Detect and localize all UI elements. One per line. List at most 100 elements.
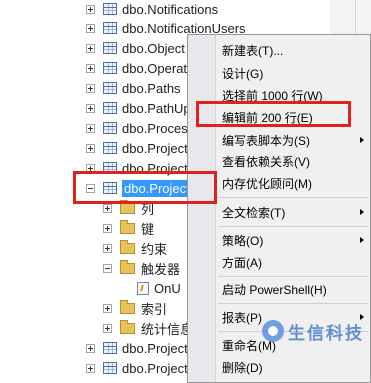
menu-item-delete[interactable]: 删除(D) (188, 356, 370, 378)
table-icon (103, 182, 117, 194)
trigger-icon (137, 281, 149, 295)
folder-icon (120, 219, 135, 234)
tree-item-label: dbo.Project (122, 160, 188, 176)
expand-icon[interactable] (86, 43, 95, 53)
watermark: 生信科技 (262, 316, 371, 346)
tree-item-label: 列 (141, 201, 155, 217)
tree-item-table[interactable]: dbo.PathUp (86, 98, 191, 118)
folder-icon (120, 319, 135, 334)
menu-item-label: 策略(O) (222, 233, 264, 248)
tree-item-label: dbo.Project (122, 179, 192, 197)
menu-item-script-table-as[interactable]: 编写表脚本为(S) (188, 129, 370, 151)
collapse-icon[interactable] (86, 183, 95, 193)
tree-item-label: dbo.Notifications (122, 1, 219, 17)
tree-item-trigger[interactable]: OnU (137, 278, 181, 298)
folder-icon (120, 259, 135, 274)
tree-item-table[interactable]: dbo.Proces (86, 118, 188, 138)
tree-item-table[interactable]: dbo.Project (86, 338, 188, 358)
folder-icon (120, 239, 135, 254)
table-icon (103, 362, 117, 374)
tree-item-label: dbo.Project (122, 340, 188, 356)
menu-separator (218, 226, 368, 227)
watermark-text: 生信科技 (288, 323, 364, 343)
menu-item-label: 全文检索(T) (222, 205, 286, 220)
expand-icon[interactable] (103, 223, 112, 233)
expand-icon[interactable] (86, 23, 95, 33)
menu-item-design[interactable]: 设计(G) (188, 62, 370, 84)
menu-item-label: 内存优化顾问(M) (222, 176, 312, 191)
expand-icon[interactable] (86, 363, 95, 373)
tree-item-label: dbo.Object (122, 40, 185, 56)
table-icon (103, 142, 117, 154)
expand-icon[interactable] (86, 83, 95, 93)
expand-icon[interactable] (103, 303, 112, 313)
expand-icon[interactable] (103, 323, 112, 333)
table-icon (103, 102, 117, 114)
submenu-arrow-icon (360, 237, 364, 243)
table-icon (103, 82, 117, 94)
collapse-icon[interactable] (103, 263, 112, 273)
menu-item-label: 报表(P) (222, 310, 262, 325)
tree-item-label: 键 (141, 221, 155, 237)
menu-item-new-table[interactable]: 新建表(T)... (188, 39, 370, 61)
tree-folder-constraints[interactable]: 约束 (103, 238, 167, 258)
menu-item-select-top-1000[interactable]: 选择前 1000 行(W) (188, 84, 370, 106)
menu-item-start-powershell[interactable]: 启动 PowerShell(H) (188, 278, 370, 300)
expand-icon[interactable] (86, 103, 95, 113)
tree-item-table[interactable]: dbo.Operat (86, 58, 187, 78)
menu-item-label: 方面(A) (222, 255, 262, 270)
tree-item-table[interactable]: dbo.Notifications (86, 0, 218, 19)
tree-item-table[interactable]: dbo.Object (86, 38, 185, 58)
tree-item-table[interactable]: dbo.Paths (86, 78, 181, 98)
menu-item-edit-top-200[interactable]: 编辑前 200 行(E) (188, 106, 370, 128)
menu-item-label: 查看依赖关系(V) (222, 154, 310, 169)
expand-icon[interactable] (86, 143, 95, 153)
tree-item-label: dbo.Operat (122, 60, 188, 76)
menu-separator (218, 303, 368, 304)
expand-icon[interactable] (103, 203, 112, 213)
menu-item-label: 删除(D) (222, 360, 263, 375)
submenu-arrow-icon (360, 209, 364, 215)
tree-item-table-selected[interactable]: dbo.Project (86, 178, 192, 198)
tree-item-label: 约束 (141, 241, 168, 257)
tree-item-label: dbo.Paths (122, 80, 181, 96)
menu-item-full-text-index[interactable]: 全文检索(T) (188, 201, 370, 223)
folder-icon (120, 299, 135, 314)
menu-item-label: 编辑前 200 行(E) (222, 110, 313, 125)
menu-item-policies[interactable]: 策略(O) (188, 229, 370, 251)
watermark-logo-icon (262, 320, 284, 342)
tree-folder-indexes[interactable]: 索引 (103, 298, 167, 318)
tree-item-table[interactable]: dbo.Project (86, 358, 188, 378)
folder-icon (120, 199, 135, 214)
tree-item-label: 触发器 (141, 261, 181, 277)
expand-icon[interactable] (86, 123, 95, 133)
tree-item-label: 索引 (141, 301, 168, 317)
table-icon (103, 342, 117, 354)
tree-folder-keys[interactable]: 键 (103, 218, 154, 238)
submenu-arrow-icon (360, 137, 364, 143)
expand-icon[interactable] (86, 343, 95, 353)
expand-icon[interactable] (86, 4, 95, 14)
menu-item-label: 编写表脚本为(S) (222, 133, 310, 148)
tree-folder-triggers[interactable]: 触发器 (103, 258, 180, 278)
tree-item-table[interactable]: dbo.Project (86, 158, 188, 178)
tree-item-label: OnU (154, 280, 181, 296)
table-icon (103, 122, 117, 134)
menu-item-facets[interactable]: 方面(A) (188, 251, 370, 273)
table-icon (103, 42, 117, 54)
expand-icon[interactable] (86, 163, 95, 173)
tree-folder-columns[interactable]: 列 (103, 198, 154, 218)
expand-icon[interactable] (86, 63, 95, 73)
tree-item-label: 统计信息 (141, 321, 194, 337)
expand-icon[interactable] (103, 243, 112, 253)
menu-item-view-dependencies[interactable]: 查看依赖关系(V) (188, 150, 370, 172)
tree-item-table[interactable]: dbo.Project (86, 138, 188, 158)
menu-separator (218, 197, 368, 198)
menu-item-memory-optimization-advisor[interactable]: 内存优化顾问(M) (188, 172, 370, 194)
tree-folder-statistics[interactable]: 统计信息 (103, 318, 193, 338)
tree-item-label: dbo.Proces (122, 120, 188, 136)
table-icon (103, 62, 117, 74)
menu-separator (218, 276, 368, 277)
menu-item-label: 选择前 1000 行(W) (222, 88, 323, 103)
tree-item-label: dbo.Project (122, 360, 188, 376)
